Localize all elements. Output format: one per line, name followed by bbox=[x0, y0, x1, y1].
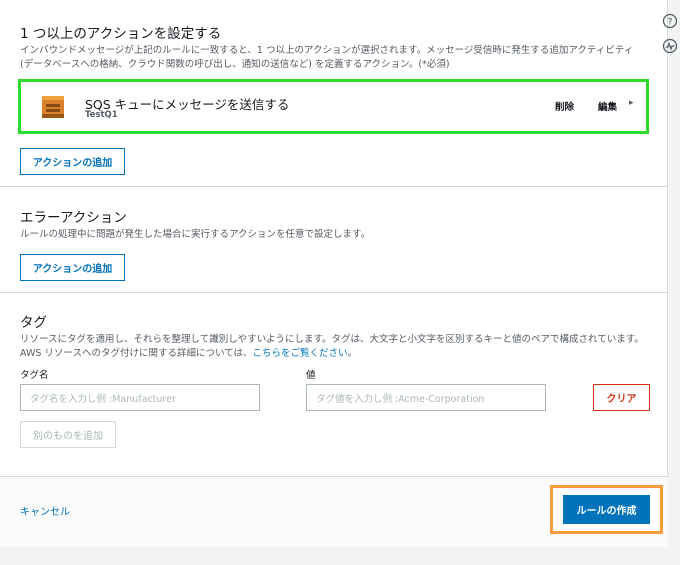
tag-name-label: タグ名 bbox=[20, 370, 49, 381]
tag-value-input[interactable]: タグ値を入力し例 :Acme-Corporation bbox=[306, 384, 546, 411]
error-section-title: エラーアクション bbox=[20, 210, 127, 226]
actions-section-description: インバウンドメッセージが上記のルールに一致すると、1 つ以上のアクションが選択さ… bbox=[20, 45, 634, 70]
help-icon-glyph: ? bbox=[662, 13, 678, 29]
section-divider bbox=[0, 186, 668, 187]
add-another-tag-button: 別のものを追加 bbox=[20, 421, 116, 448]
sqs-icon bbox=[42, 96, 64, 118]
edit-action-button[interactable]: 編集 bbox=[598, 99, 617, 113]
chevron-right-icon[interactable]: ▸ bbox=[629, 98, 634, 108]
clear-tag-button[interactable]: クリア bbox=[593, 384, 650, 411]
activity-icon-glyph bbox=[662, 38, 678, 54]
svg-text:?: ? bbox=[668, 18, 673, 28]
sqs-action-card[interactable]: SQS キューにメッセージを送信する TestQ1 削除 編集 ▸ bbox=[18, 79, 649, 134]
rule-editor-panel: 1 つ以上のアクションを設定する インバウンドメッセージが上記のルールに一致する… bbox=[0, 0, 668, 547]
action-subtitle: TestQ1 bbox=[85, 110, 118, 120]
error-section-description: ルールの処理中に問題が発生した場合に実行するアクションを任意で設定します。 bbox=[20, 229, 371, 240]
activity-icon[interactable] bbox=[661, 38, 679, 56]
actions-section-title: 1 つ以上のアクションを設定する bbox=[20, 26, 222, 42]
cancel-button[interactable]: キャンセル bbox=[20, 503, 70, 518]
tag-name-input[interactable]: タグ名を入力し例 :Manufacturer bbox=[20, 384, 260, 411]
tags-learn-more-link[interactable]: こちらをご覧ください bbox=[252, 348, 347, 359]
tag-value-label: 値 bbox=[306, 370, 316, 381]
delete-action-button[interactable]: 削除 bbox=[555, 99, 574, 113]
help-icon[interactable]: ? bbox=[661, 13, 679, 31]
add-error-action-button[interactable]: アクションの追加 bbox=[20, 254, 125, 281]
tags-section-title: タグ bbox=[20, 315, 47, 331]
add-action-button[interactable]: アクションの追加 bbox=[20, 148, 125, 175]
section-divider bbox=[0, 292, 668, 293]
tags-section-description: リソースにタグを適用し、それらを整理して識別しやすいようにします。タグは、大文字… bbox=[20, 334, 644, 359]
create-rule-button[interactable]: ルールの作成 bbox=[563, 495, 650, 524]
